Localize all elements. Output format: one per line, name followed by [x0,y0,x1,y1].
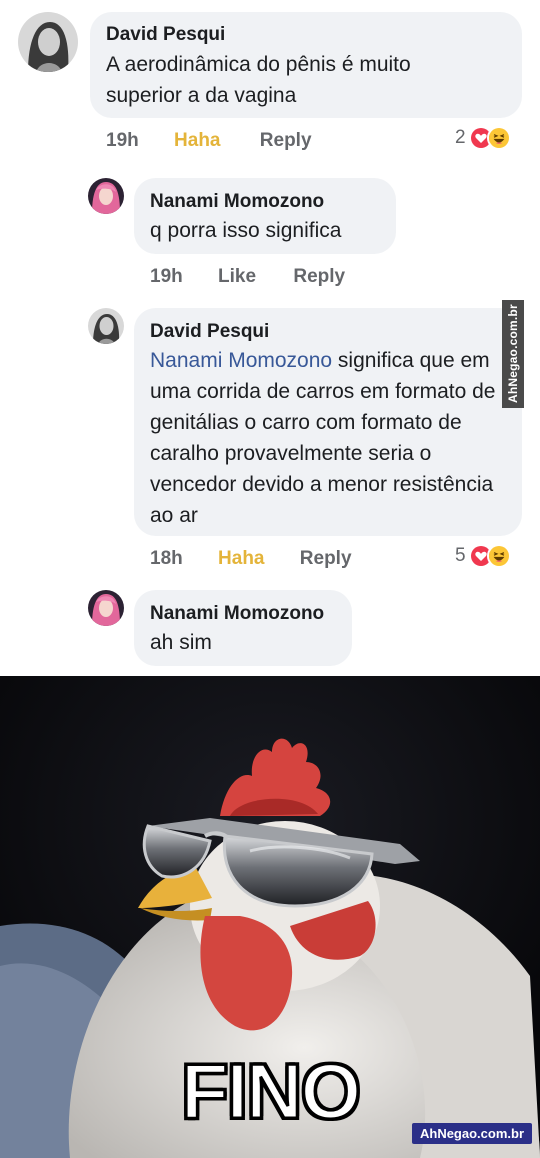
comment-thread: David Pesqui A aerodinâmica do pênis é m… [0,0,540,676]
reply-button[interactable]: Reply [300,548,352,570]
meme-image: FINO AhNegao.com.br [0,676,540,1158]
comment-actions: 18h Haha Reply [150,548,352,570]
reaction-count: 2 [455,127,466,148]
like-button[interactable]: Like [218,266,256,288]
comment-author[interactable]: David Pesqui [106,24,225,46]
comment-time[interactable]: 19h [150,266,183,288]
reply-button[interactable]: Reply [260,130,312,152]
mention-link[interactable]: Nanami Momozono [150,349,332,372]
comment-text-body: significa que em uma corrida de carros e… [150,349,496,527]
avatar-david-pesqui[interactable] [18,12,78,72]
comment-time[interactable]: 18h [150,548,183,570]
comment-time[interactable]: 19h [106,130,139,152]
avatar-david-pesqui[interactable] [88,308,124,344]
reaction-count: 5 [455,545,466,566]
reply-button[interactable]: Reply [293,266,345,288]
comment-author[interactable]: Nanami Momozono [150,603,324,625]
haha-reaction-button[interactable]: Haha [174,130,220,152]
comment-author[interactable]: David Pesqui [150,321,269,343]
reaction-summary[interactable]: 2 [455,126,511,150]
meme-watermark: AhNegao.com.br [411,1123,532,1144]
comment-author[interactable]: Nanami Momozono [150,191,324,213]
haha-reaction-icon [486,544,511,568]
comment-text: ah sim [150,631,212,654]
comment-text: Nanami Momozono significa que em uma cor… [150,345,506,531]
haha-reaction-button[interactable]: Haha [218,548,264,570]
avatar-nanami-momozono[interactable] [88,178,124,214]
comment-actions: 19h Haha Reply [106,130,312,152]
side-watermark: AhNegao.com.br [502,300,524,408]
avatar-nanami-momozono[interactable] [88,590,124,626]
comment-actions: 19h Like Reply [150,266,345,288]
comment-text: A aerodinâmica do pênis é muito superior… [106,53,411,107]
reaction-summary[interactable]: 5 [455,544,511,568]
comment-text: q porra isso significa [150,219,342,242]
haha-reaction-icon [486,126,511,150]
